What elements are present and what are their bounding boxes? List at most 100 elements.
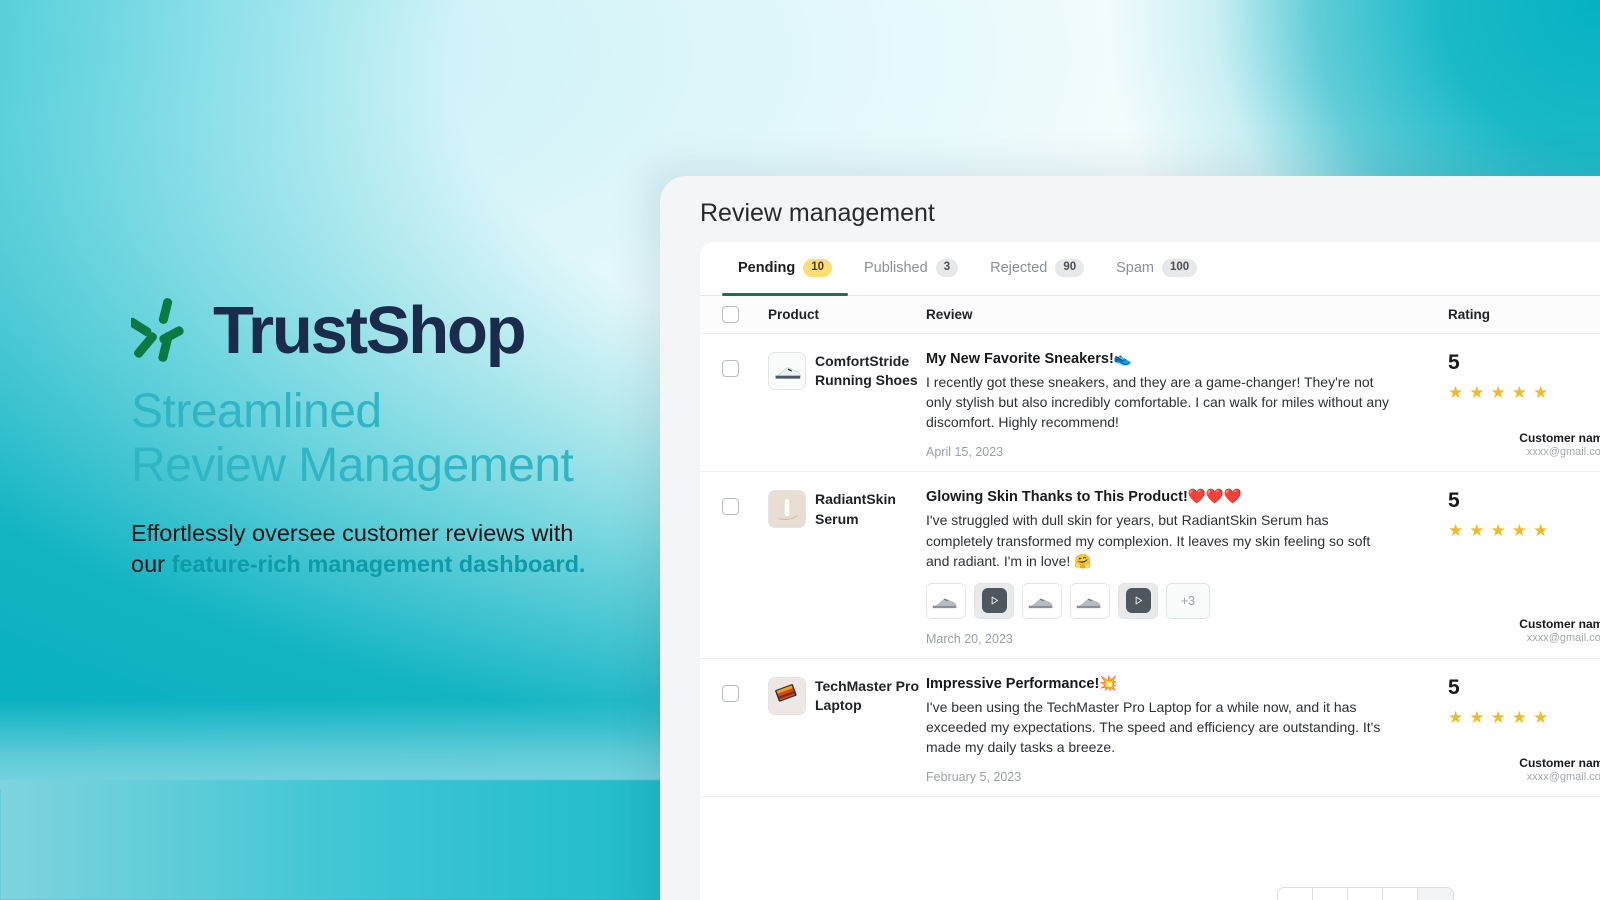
star-icon: ★ <box>1448 707 1464 727</box>
tab-published[interactable]: Published 3 <box>848 241 974 295</box>
review-date: February 5, 2023 <box>926 770 1022 785</box>
rating-value: 5 <box>1448 675 1460 699</box>
customer-info: Customer name xxxx@gmail.com OE <box>1519 756 1600 785</box>
star-icon: ★ <box>1511 707 1527 727</box>
pagination-page-2[interactable]: 2 <box>1348 888 1383 900</box>
star-icon: ★ <box>1490 707 1506 727</box>
customer-email: xxxx@gmail.com <box>1526 770 1600 783</box>
tab-spam-count: 100 <box>1162 258 1198 278</box>
star-icon: ★ <box>1533 521 1549 541</box>
play-icon <box>981 588 1007 614</box>
customer-name: Customer name <box>1519 430 1600 445</box>
star-icon: ★ <box>1469 707 1485 727</box>
column-header-product: Product <box>768 307 820 322</box>
media-thumbnail-image[interactable] <box>926 582 966 619</box>
play-icon <box>1125 588 1151 614</box>
star-icon: ★ <box>1490 521 1506 541</box>
brand-logo: TrustShop <box>127 292 527 368</box>
pagination-prev-button[interactable]: ‹ <box>1278 888 1313 900</box>
star-icon: ★ <box>1533 383 1549 402</box>
product-cell: RadiantSkin Serum <box>768 488 926 645</box>
review-date: April 15, 2023 <box>926 445 1004 460</box>
tab-rejected-label: Rejected <box>990 260 1048 276</box>
column-header-rating: Rating <box>1448 307 1490 322</box>
hero-headline-line2: Review Management <box>131 438 574 492</box>
star-rating: ★ ★ ★ ★ ★ <box>1448 522 1600 539</box>
star-rating: ★ ★ ★ ★ ★ <box>1448 709 1600 726</box>
pinwheel-icon <box>127 296 199 364</box>
media-thumbnail-video[interactable] <box>1118 582 1158 619</box>
tab-published-label: Published <box>864 260 928 276</box>
serum-bottle-thumbnail-icon <box>768 490 806 529</box>
review-title: My New Favorite Sneakers!👟 <box>926 351 1132 367</box>
hero-subcopy-bold: feature-rich management dashboard. <box>171 551 586 578</box>
product-name: ComfortStride Running Shoes <box>815 353 918 389</box>
tab-spam-label: Spam <box>1116 260 1155 276</box>
customer-info: Customer name xxxx@gmail.com SJ <box>1519 431 1600 460</box>
row-checkbox[interactable] <box>722 684 739 702</box>
review-cell: Impressive Performance!💥 I've been using… <box>926 675 1448 784</box>
customer-name: Customer name <box>1519 617 1600 632</box>
dashboard-panel: Review management Pending 10 Published 3… <box>660 176 1600 900</box>
brand-wordmark: TrustShop <box>213 292 527 368</box>
select-all-checkbox[interactable] <box>722 306 739 323</box>
review-media-list: +3 <box>926 582 1448 619</box>
review-cell: Glowing Skin Thanks to This Product!❤️❤️… <box>926 488 1448 646</box>
review-body: I've struggled with dull skin for years,… <box>926 512 1371 569</box>
review-cell: My New Favorite Sneakers!👟 I recently go… <box>926 350 1448 459</box>
star-icon: ★ <box>1533 707 1549 727</box>
column-header-review: Review <box>926 307 973 322</box>
laptop-thumbnail-icon <box>768 676 806 715</box>
product-cell: TechMaster Pro Laptop <box>768 675 926 784</box>
tab-published-count: 3 <box>935 258 959 278</box>
customer-name: Customer name <box>1519 755 1600 770</box>
tab-pending[interactable]: Pending 10 <box>722 241 848 296</box>
star-icon: ★ <box>1469 383 1485 402</box>
customer-email: xxxx@gmail.com <box>1526 445 1600 458</box>
hero-subcopy: Effortlessly oversee customer reviews wi… <box>131 518 599 581</box>
reviews-card: Pending 10 Published 3 Rejected 90 Spam … <box>700 242 1600 900</box>
tab-rejected[interactable]: Rejected 90 <box>974 241 1100 295</box>
product-name: RadiantSkin Serum <box>815 491 896 527</box>
table-row: RadiantSkin Serum Glowing Skin Thanks to… <box>700 472 1600 659</box>
pagination: ‹ 1 2 3 › <box>1277 887 1454 900</box>
row-checkbox[interactable] <box>722 360 739 377</box>
row-checkbox[interactable] <box>722 498 739 516</box>
hero-headline-line1: Streamlined <box>131 385 382 438</box>
review-body: I've been using the TechMaster Pro Lapto… <box>926 698 1381 756</box>
review-title: Glowing Skin Thanks to This Product!❤️❤️… <box>926 489 1242 506</box>
select-all-cell <box>722 306 768 323</box>
review-date: March 20, 2023 <box>926 631 1013 646</box>
product-name: TechMaster Pro Laptop <box>815 677 919 714</box>
star-icon: ★ <box>1469 521 1485 541</box>
table-row: TechMaster Pro Laptop Impressive Perform… <box>700 659 1600 798</box>
customer-info: Customer name xxxx@gmail.com OE <box>1519 617 1600 646</box>
rating-value: 5 <box>1448 489 1460 513</box>
pagination-page-3[interactable]: 3 <box>1383 888 1418 900</box>
media-thumbnail-video[interactable] <box>974 582 1014 619</box>
rating-value: 5 <box>1448 351 1460 374</box>
product-cell: ComfortStride Running Shoes <box>768 350 926 459</box>
tab-pending-count: 10 <box>803 258 832 278</box>
customer-email: xxxx@gmail.com <box>1526 632 1600 645</box>
media-thumbnail-image[interactable] <box>1022 582 1062 619</box>
row-select-cell <box>722 675 768 784</box>
star-icon: ★ <box>1448 383 1464 402</box>
row-select-cell <box>722 488 768 645</box>
star-rating: ★ ★ ★ ★ ★ <box>1448 384 1600 401</box>
table-header: Product Review Rating <box>700 296 1600 334</box>
tab-rejected-count: 90 <box>1055 258 1085 278</box>
marketing-pane: TrustShop Streamlined Review Management … <box>127 0 691 900</box>
pagination-next-button[interactable]: › <box>1418 888 1453 900</box>
row-select-cell <box>722 350 768 459</box>
status-tabs: Pending 10 Published 3 Rejected 90 Spam … <box>700 242 1600 296</box>
pagination-page-1[interactable]: 1 <box>1313 888 1348 900</box>
tab-pending-label: Pending <box>738 260 796 276</box>
review-body: I recently got these sneakers, and they … <box>926 374 1389 431</box>
tab-spam[interactable]: Spam 100 <box>1100 241 1213 295</box>
media-more-count[interactable]: +3 <box>1166 582 1210 619</box>
star-icon: ★ <box>1511 383 1527 402</box>
hero-headline: Streamlined Review Management <box>131 385 671 493</box>
review-title: Impressive Performance!💥 <box>926 675 1118 692</box>
media-thumbnail-image[interactable] <box>1070 582 1110 619</box>
